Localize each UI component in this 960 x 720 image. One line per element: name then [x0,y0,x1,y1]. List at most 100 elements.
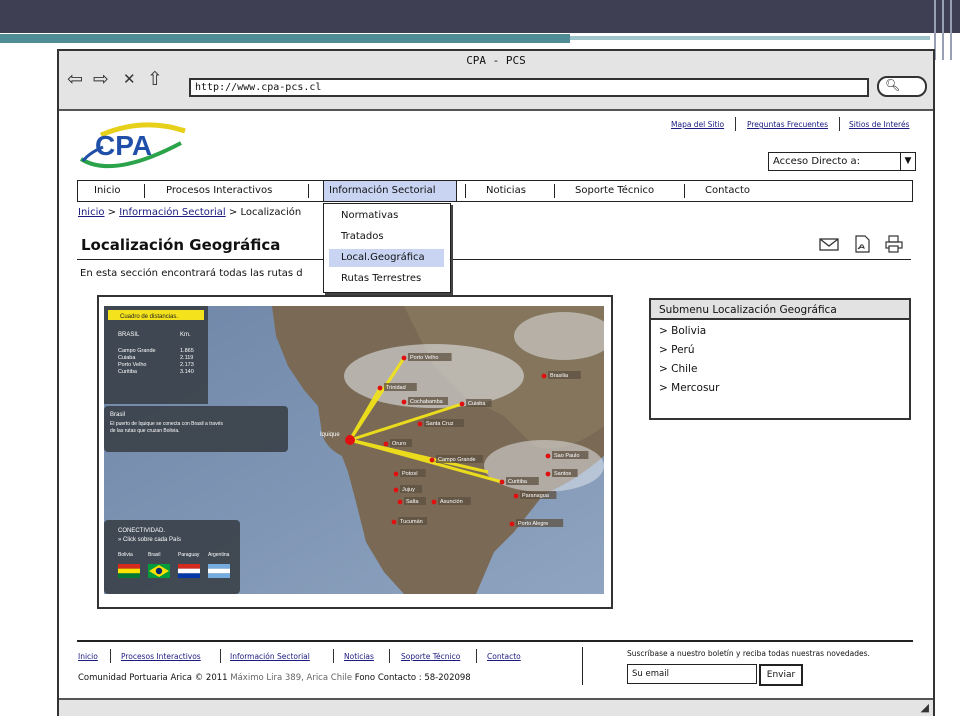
city-marker[interactable] [401,399,407,405]
dropdown-item-rutas-terrestres[interactable]: Rutas Terrestres [329,270,444,288]
city-label: Jujuy [402,487,415,493]
city-marker[interactable] [499,479,505,485]
copyright-text: Comunidad Portuaria Arica © 2011 [78,673,228,683]
city-marker[interactable] [393,487,399,493]
city-marker[interactable] [429,457,435,463]
resize-grip-icon[interactable]: ◢ [921,701,929,714]
city-label: Sao Paulo [554,453,579,459]
divider [220,649,221,663]
city-marker[interactable] [393,471,399,477]
flag-label: Bolivia [118,552,133,558]
forward-arrow-icon[interactable]: ⇨ [93,69,109,89]
flag-paraguay-icon[interactable] [178,564,200,579]
submenu-item-chile[interactable]: > Chile [659,363,697,375]
browser-search-button[interactable]: 🔍︎ [877,76,927,97]
submenu-item-bolivia[interactable]: > Bolivia [659,325,706,337]
footer-divider [582,647,583,685]
city-marker[interactable] [509,521,515,527]
city-marker[interactable] [545,471,551,477]
city-label: Asunción [440,499,463,505]
city-marker[interactable] [541,373,547,379]
divider [110,649,111,663]
footer-link-noticias[interactable]: Noticias [344,652,374,661]
dropdown-item-local-geografica[interactable]: Local.Geográfica [329,249,444,267]
print-icon[interactable] [884,235,904,253]
city-marker[interactable] [397,499,403,505]
pdf-icon[interactable] [852,235,872,253]
city-label: Santa Cruz [426,421,454,427]
city-label: Paranagua [522,493,550,499]
quick-access-select[interactable]: Acceso Directo a: ▼ [768,152,916,171]
city-marker[interactable] [431,499,437,505]
distance-km: 2.173 [180,362,194,368]
home-icon[interactable]: ⇧ [147,69,163,89]
distance-city: Campo Grande [118,348,156,354]
slide-accent-bar [0,34,570,43]
origin-label: Iquique [320,432,340,438]
menu-item-soporte[interactable]: Soporte Técnico [575,181,654,201]
city-marker[interactable] [545,453,551,459]
city-marker[interactable] [401,355,407,361]
city-marker[interactable] [377,385,383,391]
footer-link-procesos[interactable]: Procesos Interactivos [121,652,201,661]
submenu-panel: Submenu Localización Geográfica > Bolivi… [649,298,911,420]
connectivity-title: CONECTIVIDAD. [118,528,165,534]
city-label: Porto Alegre [518,521,548,527]
logo-text: CPA [95,130,152,161]
url-input[interactable]: http://www.cpa-pcs.cl [189,78,869,97]
dropdown-item-normativas[interactable]: Normativas [329,207,444,225]
subscribe-text: Suscríbase a nuestro boletín y reciba to… [627,649,870,658]
close-icon[interactable]: ✕ [123,69,136,89]
distance-city: Porto Velho [118,362,146,368]
divider [465,184,466,198]
map-frame: Iquique Porto Velho Brasilia Trinidad Cocha… [97,295,613,609]
city-marker[interactable] [513,493,519,499]
routes-map[interactable]: Iquique Porto Velho Brasilia Trinidad Cocha… [104,306,604,594]
distances-col-country: BRASIL [118,332,140,338]
menu-item-contacto[interactable]: Contacto [705,181,750,201]
footer-rule [77,640,913,642]
site-map-link[interactable]: Mapa del Sitio [671,120,724,129]
footer-link-inicio[interactable]: Inicio [78,652,98,661]
window-title: CPA - PCS [466,54,526,67]
city-marker[interactable] [417,421,423,427]
submenu-item-peru[interactable]: > Perú [659,344,695,356]
menu-item-noticias[interactable]: Noticias [486,181,526,201]
flag-argentina-icon[interactable] [208,564,230,579]
menu-item-informacion-sectorial[interactable]: Información Sectorial [329,181,435,201]
dropdown-item-tratados[interactable]: Tratados [329,228,444,246]
send-button[interactable]: Enviar [759,664,803,686]
browser-window: CPA - PCS ⇦ ⇨ ✕ ⇧ http://www.cpa-pcs.cl … [57,49,935,716]
slide-top-band [0,0,960,33]
informacion-sectorial-dropdown: Normativas Tratados Local.Geográfica Rut… [323,203,451,293]
breadcrumb-section[interactable]: Información Sectorial [119,207,225,218]
divider [144,184,145,198]
submenu-item-label: Chile [671,363,698,375]
city-marker[interactable] [383,441,389,447]
title-rule [77,259,911,260]
breadcrumb-home[interactable]: Inicio [78,207,104,218]
footer-link-contacto[interactable]: Contacto [487,652,521,661]
phone-text: Fono Contacto : 58-202098 [354,673,471,683]
email-icon[interactable] [819,235,839,253]
breadcrumb: Inicio > Información Sectorial > Localiz… [78,207,301,218]
flag-brasil-icon[interactable] [148,564,170,578]
city-label: Potosí [402,471,418,477]
city-marker[interactable] [459,401,465,407]
sites-of-interest-link[interactable]: Sitios de Interés [849,120,909,129]
flag-bolivia-icon[interactable] [118,564,140,579]
origin-marker[interactable] [345,435,355,445]
main-menu: Inicio Procesos Interactivos Información… [77,180,913,202]
chevron-down-icon[interactable]: ▼ [900,153,915,170]
email-field[interactable]: Su email [627,664,757,684]
distance-km: 1.865 [180,348,194,354]
footer-link-informacion[interactable]: Información Sectorial [230,652,310,661]
menu-item-inicio[interactable]: Inicio [94,181,120,201]
cpa-logo[interactable]: CPA [73,117,193,177]
menu-item-procesos[interactable]: Procesos Interactivos [166,181,272,201]
submenu-item-mercosur[interactable]: > Mercosur [659,382,719,394]
city-marker[interactable] [391,519,397,525]
footer-link-soporte[interactable]: Soporte Técnico [401,652,460,661]
faq-link[interactable]: Preguntas Frecuentes [747,120,828,129]
back-arrow-icon[interactable]: ⇦ [67,69,83,89]
